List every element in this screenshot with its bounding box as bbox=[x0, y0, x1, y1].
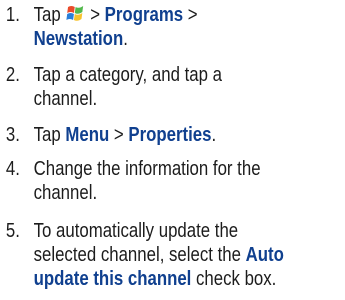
step-text: Tap a category, and tap a bbox=[33, 64, 222, 86]
programs-menu-label: Programs bbox=[104, 4, 184, 26]
step-text: channel. bbox=[33, 182, 98, 204]
step-text: selected channel, select the bbox=[33, 244, 241, 266]
step-text: . bbox=[123, 28, 128, 50]
step-1-line-1: Tap > Programs > bbox=[34, 3, 345, 27]
step-1: 1. Tap > Programs > Newstation. bbox=[6, 3, 345, 51]
step-5-line-2: selected channel, select the Auto bbox=[34, 243, 345, 267]
step-1-line-2: Newstation. bbox=[34, 27, 345, 51]
auto-label: Auto bbox=[245, 244, 284, 266]
newstation-program-label: Newstation bbox=[33, 28, 124, 50]
step-2: 2. Tap a category, and tap a channel. bbox=[6, 63, 345, 111]
step-3: 3. Tap Menu > Properties. bbox=[6, 123, 345, 147]
step-number: 1. bbox=[5, 4, 20, 26]
step-3-line-1: Tap Menu > Properties. bbox=[34, 123, 345, 147]
step-text: Change the information for the bbox=[33, 158, 261, 180]
step-text: To automatically update the bbox=[33, 220, 239, 242]
step-5-line-3: update this channel check box. bbox=[34, 267, 345, 291]
properties-label: Properties bbox=[128, 124, 212, 146]
step-number: 3. bbox=[5, 124, 20, 146]
step-number: 2. bbox=[5, 64, 20, 86]
separator: > bbox=[187, 4, 198, 26]
separator: > bbox=[113, 124, 124, 146]
step-4: 4. Change the information for the channe… bbox=[6, 157, 345, 205]
step-number: 4. bbox=[5, 158, 20, 180]
step-text: channel. bbox=[33, 88, 98, 110]
step-text: . bbox=[211, 124, 217, 146]
update-this-channel-label: update this channel bbox=[33, 268, 192, 290]
separator: > bbox=[90, 4, 101, 26]
menu-label: Menu bbox=[65, 124, 110, 146]
instruction-list: 1. Tap > Programs > Newstation. 2. Tap a… bbox=[0, 0, 290, 300]
step-number: 5. bbox=[5, 220, 20, 242]
windows-start-icon bbox=[66, 6, 84, 21]
step-text: Tap bbox=[33, 124, 61, 146]
step-5: 5. To automatically update the selected … bbox=[6, 219, 345, 291]
step-text: Tap bbox=[33, 4, 61, 26]
step-text: check box. bbox=[196, 268, 277, 290]
